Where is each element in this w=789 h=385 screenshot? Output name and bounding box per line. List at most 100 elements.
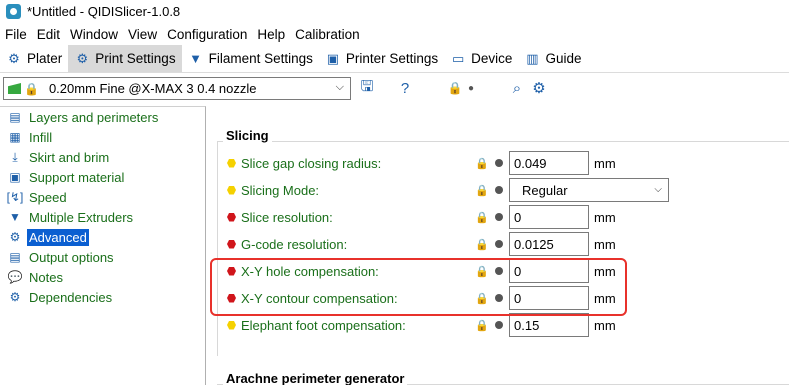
menu-edit[interactable]: Edit xyxy=(32,27,65,42)
slicing-mode-row: Slicing Mode: 🔒 Regular ⌵ xyxy=(227,178,747,202)
slice-resolution-field[interactable]: 0 xyxy=(509,205,589,229)
gear-cluster-icon: ⚙ xyxy=(8,50,20,66)
tab-device[interactable]: ▭ Device xyxy=(444,45,518,72)
reset-bullet-icon[interactable] xyxy=(495,267,503,275)
mode-indicator-icon xyxy=(227,239,236,249)
lock-icon: 🔒 xyxy=(24,81,39,96)
reset-bullet-icon[interactable] xyxy=(495,186,503,194)
sidebar-item-advanced[interactable]: ⚙ Advanced xyxy=(0,227,205,247)
settings-page: Slicing Slice gap closing radius: 🔒 0.04… xyxy=(207,106,789,385)
output-icon: ▤ xyxy=(9,250,21,264)
lock-icon[interactable]: 🔒 xyxy=(475,292,489,305)
sidebar-item-multiple-extruders[interactable]: ▼ Multiple Extruders xyxy=(0,207,205,227)
xy-contour-compensation-field[interactable]: 0 xyxy=(509,286,589,310)
menu-file[interactable]: File xyxy=(0,27,32,42)
option-label: Elephant foot compensation: xyxy=(241,317,406,333)
tab-plater[interactable]: ⚙ Plater xyxy=(0,45,68,72)
bullet-icon[interactable]: ● xyxy=(462,79,480,97)
sidebar-item-label: Dependencies xyxy=(29,289,113,305)
lock-icon[interactable]: 🔒 xyxy=(475,211,489,224)
menu-bar: File Edit Window View Configuration Help… xyxy=(0,24,365,44)
spool-icon: ▼ xyxy=(189,51,203,66)
window-title: *Untitled - QIDISlicer-1.0.8 xyxy=(27,3,181,19)
tab-guide[interactable]: ▥ Guide xyxy=(518,45,587,72)
mode-indicator-icon xyxy=(227,320,236,330)
save-preset-icon[interactable]: 🖫 xyxy=(358,78,376,97)
tab-print-settings[interactable]: ⚙ Print Settings xyxy=(68,45,182,72)
settings-mode-icon[interactable]: ⚙ xyxy=(530,79,548,97)
tab-label: Print Settings xyxy=(95,51,176,66)
tab-filament-settings[interactable]: ▼ Filament Settings xyxy=(182,45,319,72)
unit-label: mm xyxy=(594,290,616,306)
sidebar-item-notes[interactable]: 💬 Notes xyxy=(0,267,205,287)
tab-label: Printer Settings xyxy=(345,51,439,66)
tab-printer-settings[interactable]: ▣ Printer Settings xyxy=(319,45,444,72)
unit-label: mm xyxy=(594,155,616,171)
slicing-mode-select[interactable]: Regular ⌵ xyxy=(509,178,669,202)
elephant-foot-compensation-row: Elephant foot compensation: 🔒 0.15 mm xyxy=(227,313,747,337)
xy-contour-compensation-row: X-Y contour compensation: 🔒 0 mm xyxy=(227,286,747,310)
menu-calibration[interactable]: Calibration xyxy=(290,27,365,42)
lock-icon[interactable]: 🔒 xyxy=(475,238,489,251)
lock-icon[interactable]: 🔒 xyxy=(475,319,489,332)
compare-preset-icon[interactable]: ? xyxy=(396,79,414,97)
lock-icon[interactable]: 🔒 xyxy=(475,265,489,278)
sidebar-item-label: Advanced xyxy=(27,228,89,246)
unit-label: mm xyxy=(594,209,616,225)
option-label: X-Y contour compensation: xyxy=(241,290,398,306)
mode-indicator-icon xyxy=(227,212,236,222)
menu-window[interactable]: Window xyxy=(65,27,123,42)
settings-sidebar: ▤ Layers and perimeters ▦ Infill ⤓ Skirt… xyxy=(0,106,206,385)
reset-bullet-icon[interactable] xyxy=(495,213,503,221)
reset-bullet-icon[interactable] xyxy=(495,294,503,302)
chevron-down-icon: ⌵ xyxy=(335,81,344,93)
dependencies-icon: ⚙ xyxy=(9,290,21,304)
layers-icon: ▤ xyxy=(9,110,21,124)
group-title: Slicing xyxy=(223,128,272,143)
support-icon: ▣ xyxy=(9,170,21,184)
sidebar-item-layers-and-perimeters[interactable]: ▤ Layers and perimeters xyxy=(0,107,205,127)
tab-label: Device xyxy=(471,51,513,66)
elephant-foot-compensation-field[interactable]: 0.15 xyxy=(509,313,589,337)
sidebar-item-support-material[interactable]: ▣ Support material xyxy=(0,167,205,187)
slice-gap-closing-radius-field[interactable]: 0.049 xyxy=(509,151,589,175)
mode-indicator-icon xyxy=(227,158,236,168)
sidebar-item-output-options[interactable]: ▤ Output options xyxy=(0,247,205,267)
search-icon[interactable]: ⌕ xyxy=(508,79,526,97)
notes-icon: 💬 xyxy=(7,270,23,284)
select-value: Regular xyxy=(522,182,568,198)
reset-bullet-icon[interactable] xyxy=(495,321,503,329)
unit-label: mm xyxy=(594,317,616,333)
tab-label: Filament Settings xyxy=(208,51,313,66)
unit-label: mm xyxy=(594,236,616,252)
xy-hole-compensation-field[interactable]: 0 xyxy=(509,259,589,283)
advanced-icon: ⚙ xyxy=(9,230,21,244)
sidebar-item-dependencies[interactable]: ⚙ Dependencies xyxy=(0,287,205,307)
sidebar-item-label: Multiple Extruders xyxy=(29,209,134,225)
tab-label: Plater xyxy=(27,51,63,66)
menu-view[interactable]: View xyxy=(123,27,162,42)
sidebar-item-skirt-and-brim[interactable]: ⤓ Skirt and brim xyxy=(0,147,205,167)
sidebar-item-label: Speed xyxy=(29,189,67,205)
slice-resolution-row: Slice resolution: 🔒 0 mm xyxy=(227,205,747,229)
sidebar-item-infill[interactable]: ▦ Infill xyxy=(0,127,205,147)
sidebar-item-speed[interactable]: [↯] Speed xyxy=(0,187,205,207)
lock-icon[interactable]: 🔒 xyxy=(475,157,489,170)
reset-bullet-icon[interactable] xyxy=(495,159,503,167)
reset-bullet-icon[interactable] xyxy=(495,240,503,248)
unit-label: mm xyxy=(594,263,616,279)
app-logo-icon xyxy=(6,3,21,19)
preset-selector[interactable]: 🔒 0.20mm Fine @X-MAX 3 0.4 nozzle ⌵ xyxy=(3,77,351,100)
title-bar: *Untitled - QIDISlicer-1.0.8 xyxy=(0,0,789,22)
lock-icon[interactable]: 🔒 xyxy=(475,184,489,197)
menu-help[interactable]: Help xyxy=(252,27,290,42)
tab-bar: ⚙ Plater ⚙ Print Settings ▼ Filament Set… xyxy=(0,45,789,73)
preset-flag-icon xyxy=(8,83,21,94)
extruder-icon: ▼ xyxy=(9,210,21,224)
slice-gap-closing-radius-row: Slice gap closing radius: 🔒 0.049 mm xyxy=(227,151,747,175)
tab-label: Guide xyxy=(545,51,582,66)
speed-icon: [↯] xyxy=(6,190,24,204)
menu-configuration[interactable]: Configuration xyxy=(162,27,252,42)
gcode-resolution-field[interactable]: 0.0125 xyxy=(509,232,589,256)
gcode-resolution-row: G-code resolution: 🔒 0.0125 mm xyxy=(227,232,747,256)
